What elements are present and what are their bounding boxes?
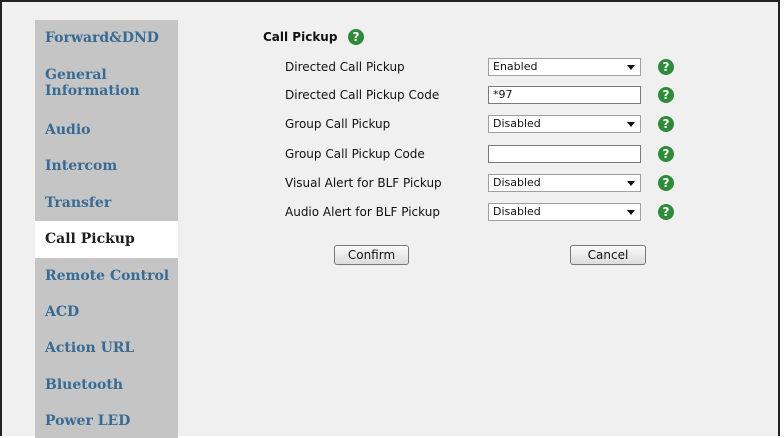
sidebar-item-remote-control[interactable]: Remote Control: [35, 258, 178, 294]
cancel-button[interactable]: Cancel: [570, 245, 646, 265]
field-label: Group Call Pickup: [285, 117, 391, 131]
dropdown-arrow-icon: [627, 65, 635, 70]
help-icon[interactable]: ?: [658, 146, 674, 162]
input-value: *97: [493, 88, 513, 101]
sidebar-item-bluetooth[interactable]: Bluetooth: [35, 367, 178, 403]
select-value: Disabled: [493, 205, 541, 218]
help-icon[interactable]: ?: [348, 29, 364, 45]
field-row-directed-call-pickup: Directed Call Pickup Enabled ?: [178, 58, 778, 78]
sidebar-item-forward-dnd[interactable]: Forward&DND: [35, 22, 178, 54]
select-value: Disabled: [493, 117, 541, 130]
sidebar-item-acd[interactable]: ACD: [35, 294, 178, 330]
help-icon[interactable]: ?: [658, 116, 674, 132]
sidebar-item-action-url[interactable]: Action URL: [35, 330, 178, 366]
directed-call-pickup-select[interactable]: Enabled: [488, 58, 641, 76]
help-icon[interactable]: ?: [658, 59, 674, 75]
settings-frame: Forward&DND General Information Audio In…: [0, 0, 780, 438]
field-row-visual-alert-blf-pickup: Visual Alert for BLF Pickup Disabled ?: [178, 174, 778, 194]
group-call-pickup-code-input[interactable]: [488, 145, 641, 163]
help-icon[interactable]: ?: [658, 204, 674, 220]
dropdown-arrow-icon: [627, 210, 635, 215]
field-label: Audio Alert for BLF Pickup: [285, 205, 440, 219]
sidebar-item-general-information-line2: Information: [45, 83, 140, 99]
confirm-button[interactable]: Confirm: [334, 245, 409, 265]
help-icon[interactable]: ?: [658, 87, 674, 103]
sidebar-item-transfer[interactable]: Transfer: [35, 185, 178, 221]
visual-alert-blf-pickup-select[interactable]: Disabled: [488, 174, 641, 192]
sidebar-item-general-information-line1: General: [45, 67, 107, 83]
field-row-group-call-pickup-code: Group Call Pickup Code ?: [178, 145, 778, 165]
sidebar-item-general-information[interactable]: General Information: [35, 54, 178, 112]
group-call-pickup-select[interactable]: Disabled: [488, 115, 641, 133]
sidebar-item-intercom[interactable]: Intercom: [35, 148, 178, 184]
field-label: Directed Call Pickup Code: [285, 88, 440, 102]
dropdown-arrow-icon: [627, 181, 635, 186]
dropdown-arrow-icon: [627, 122, 635, 127]
sidebar: Forward&DND General Information Audio In…: [35, 20, 178, 438]
field-row-audio-alert-blf-pickup: Audio Alert for BLF Pickup Disabled ?: [178, 203, 778, 223]
sidebar-item-audio[interactable]: Audio: [35, 112, 178, 148]
field-label: Visual Alert for BLF Pickup: [285, 176, 442, 190]
main-content: Call Pickup ? Directed Call Pickup Enabl…: [178, 20, 778, 436]
field-row-group-call-pickup: Group Call Pickup Disabled ?: [178, 115, 778, 135]
field-label: Directed Call Pickup: [285, 60, 405, 74]
select-value: Disabled: [493, 176, 541, 189]
sidebar-item-power-led[interactable]: Power LED: [35, 403, 178, 438]
select-value: Enabled: [493, 60, 538, 73]
section-title: Call Pickup: [263, 30, 338, 44]
audio-alert-blf-pickup-select[interactable]: Disabled: [488, 203, 641, 221]
directed-call-pickup-code-input[interactable]: *97: [488, 86, 641, 104]
help-icon[interactable]: ?: [658, 175, 674, 191]
sidebar-item-call-pickup[interactable]: Call Pickup: [35, 221, 178, 258]
field-label: Group Call Pickup Code: [285, 147, 425, 161]
field-row-directed-call-pickup-code: Directed Call Pickup Code *97 ?: [178, 86, 778, 106]
